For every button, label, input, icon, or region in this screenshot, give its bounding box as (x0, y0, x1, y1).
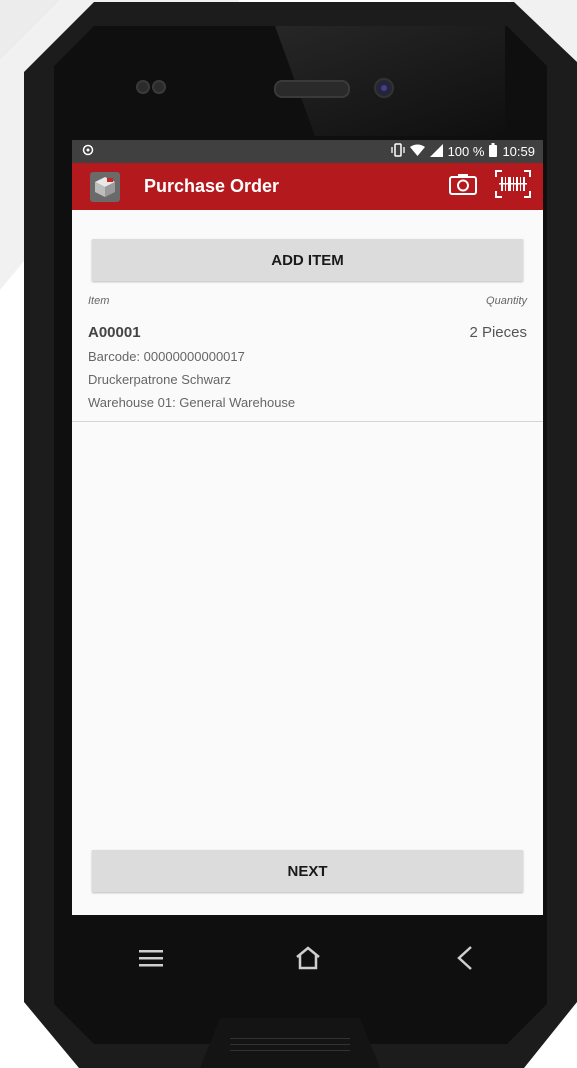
list-header: Item Quantity (88, 295, 527, 307)
menu-icon (138, 948, 163, 973)
item-quantity: 2 Pieces (469, 324, 527, 341)
menu-button[interactable] (121, 930, 181, 990)
main-content: ADD ITEM Item Quantity A00001 2 Pieces B… (72, 210, 543, 915)
next-button[interactable]: NEXT (92, 850, 523, 892)
camera-icon (449, 173, 477, 200)
app-bar: Purchase Order (72, 163, 543, 210)
sensor-dots (136, 80, 168, 99)
system-nav-bar (72, 930, 543, 990)
item-barcode: Barcode: 00000000000017 (88, 349, 245, 364)
list-item[interactable]: A00001 2 Pieces Barcode: 00000000000017 … (72, 318, 543, 422)
wifi-icon (409, 144, 425, 160)
home-button[interactable] (278, 930, 338, 990)
phone-screen: 100 % 10:59 Purchase Order ADD ITEM Item… (72, 140, 543, 915)
clock: 10:59 (502, 144, 535, 159)
back-button[interactable] (435, 930, 495, 990)
battery-icon (489, 143, 498, 160)
battery-percent: 100 % (447, 144, 485, 159)
status-bar: 100 % 10:59 (72, 140, 543, 163)
add-item-button[interactable]: ADD ITEM (92, 239, 523, 281)
item-warehouse: Warehouse 01: General Warehouse (88, 395, 296, 410)
bottom-speaker-grille (200, 1018, 380, 1068)
item-code: A00001 (88, 324, 141, 341)
page-title: Purchase Order (144, 176, 280, 196)
header-quantity-label: Quantity (486, 295, 527, 307)
earpiece-speaker (274, 80, 350, 98)
header-item-label: Item (88, 295, 110, 307)
barcode-scan-icon (494, 169, 532, 204)
android-debug-icon (82, 144, 94, 159)
barcode-scan-button[interactable] (493, 167, 533, 207)
cell-signal-icon (429, 143, 443, 160)
back-icon (456, 945, 474, 976)
camera-button[interactable] (443, 167, 483, 207)
vibrate-icon (390, 143, 405, 160)
app-logo-icon (90, 171, 120, 202)
front-camera (374, 78, 394, 98)
item-description: Druckerpatrone Schwarz (88, 372, 232, 387)
home-icon (294, 945, 322, 976)
